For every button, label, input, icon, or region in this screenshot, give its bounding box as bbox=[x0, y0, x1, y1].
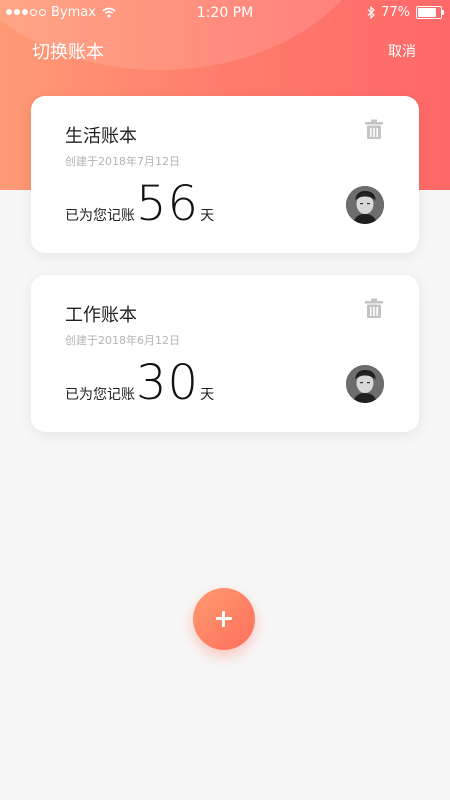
cancel-button[interactable]: 取消 bbox=[388, 41, 416, 61]
count-prefix: 已为您记账 bbox=[65, 387, 135, 403]
avatar bbox=[346, 186, 384, 224]
battery-icon bbox=[416, 6, 444, 19]
count-suffix: 天 bbox=[200, 208, 215, 224]
count-prefix: 已为您记账 bbox=[65, 208, 135, 224]
battery-level bbox=[418, 8, 437, 17]
battery-percent: 77% bbox=[381, 5, 410, 20]
days-number: 56 bbox=[136, 176, 200, 232]
status-right: 77% bbox=[367, 5, 444, 20]
book-card-life[interactable]: 生活账本 创建于2018年7月12日 已为您记账 56 天 bbox=[31, 96, 419, 253]
trash-icon[interactable] bbox=[365, 119, 383, 139]
book-card-work[interactable]: 工作账本 创建于2018年6月12日 已为您记账 30 天 bbox=[31, 275, 419, 432]
status-bar: Bymax 1:20 PM 77% bbox=[0, 0, 450, 26]
book-name: 工作账本 bbox=[65, 305, 137, 326]
book-created-date: 创建于2018年7月12日 bbox=[65, 155, 180, 168]
book-days-count: 已为您记账 30 天 bbox=[65, 359, 215, 407]
add-book-button[interactable] bbox=[193, 588, 255, 650]
bluetooth-icon bbox=[367, 6, 375, 19]
count-suffix: 天 bbox=[200, 387, 215, 403]
days-number: 30 bbox=[136, 355, 200, 411]
trash-icon[interactable] bbox=[365, 298, 383, 318]
page-title: 切换账本 bbox=[32, 42, 104, 63]
avatar bbox=[346, 365, 384, 403]
book-name: 生活账本 bbox=[65, 126, 137, 147]
book-created-date: 创建于2018年6月12日 bbox=[65, 334, 180, 347]
book-days-count: 已为您记账 56 天 bbox=[65, 180, 215, 228]
